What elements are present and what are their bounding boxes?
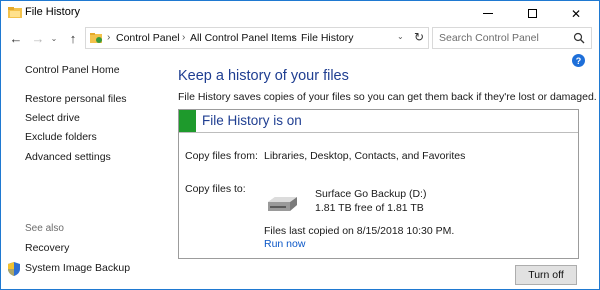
address-bar[interactable]: › Control Panel › All Control Panel Item… [85, 27, 429, 49]
recent-locations-button[interactable]: ⌄ [49, 30, 59, 46]
recovery-link[interactable]: Recovery [25, 242, 69, 254]
advanced-settings-link[interactable]: Advanced settings [25, 151, 111, 163]
address-dropdown-button[interactable]: ⌄ [397, 32, 404, 41]
file-history-icon [8, 7, 22, 18]
restore-personal-files-link[interactable]: Restore personal files [25, 93, 127, 105]
close-icon: ✕ [570, 6, 582, 21]
status-panel: File History is on Copy files from: Libr… [178, 109, 579, 259]
uac-shield-icon [8, 262, 20, 276]
copy-to-label: Copy files to: [185, 183, 246, 195]
see-also-label: See also [25, 223, 64, 234]
breadcrumb-separator: › [107, 32, 111, 43]
up-button[interactable]: ↑ [65, 30, 81, 46]
breadcrumb-control-panel[interactable]: Control Panel [116, 32, 180, 44]
maximize-button[interactable] [510, 1, 554, 26]
status-text: File History is on [202, 113, 302, 128]
status-indicator [179, 110, 196, 132]
breadcrumb-file-history[interactable]: File History [301, 32, 354, 44]
drive-name: Surface Go Backup (D:) [315, 188, 427, 200]
search-icon[interactable] [573, 32, 585, 44]
select-drive-link[interactable]: Select drive [25, 112, 80, 124]
turn-off-button[interactable]: Turn off [515, 265, 577, 285]
page-description: File History saves copies of your files … [178, 91, 597, 103]
copy-from-label: Copy files from: [185, 150, 258, 162]
search-placeholder: Search Control Panel [439, 32, 539, 44]
minimize-icon [483, 13, 493, 14]
run-now-link[interactable]: Run now [264, 238, 305, 250]
title-bar[interactable]: File History ✕ [1, 1, 599, 26]
last-copied-text: Files last copied on 8/15/2018 10:30 PM. [264, 225, 455, 237]
status-header: File History is on [179, 110, 578, 133]
drive-space: 1.81 TB free of 1.81 TB [315, 202, 424, 214]
search-input[interactable]: Search Control Panel [432, 27, 592, 49]
breadcrumb-separator: › [292, 32, 296, 43]
page-title: Keep a history of your files [178, 68, 349, 84]
hard-drive-icon [268, 197, 297, 211]
control-panel-home-link[interactable]: Control Panel Home [25, 64, 120, 76]
maximize-icon [527, 9, 537, 18]
copy-from-value: Libraries, Desktop, Contacts, and Favori… [264, 150, 466, 162]
forward-button[interactable]: → [30, 30, 46, 46]
close-button[interactable]: ✕ [554, 1, 598, 26]
help-icon[interactable]: ? [572, 54, 585, 67]
breadcrumb-all-items[interactable]: All Control Panel Items [190, 32, 297, 44]
window-title: File History [25, 6, 81, 18]
back-button[interactable]: ← [8, 30, 24, 46]
minimize-button[interactable] [466, 1, 510, 26]
refresh-button[interactable]: ↻ [414, 30, 424, 44]
control-panel-icon [90, 33, 102, 43]
exclude-folders-link[interactable]: Exclude folders [25, 131, 97, 143]
file-history-window: File History ✕ ← → ⌄ ↑ › Control Panel ›… [0, 0, 600, 290]
breadcrumb-separator: › [182, 32, 186, 43]
system-image-backup-link[interactable]: System Image Backup [25, 262, 130, 274]
